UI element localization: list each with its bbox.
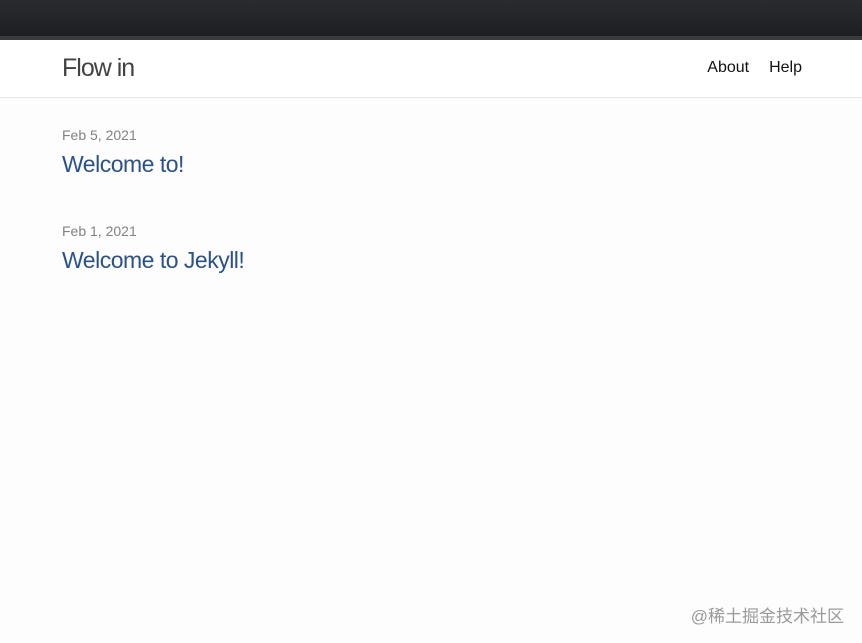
post-title-link[interactable]: Welcome to Jekyll!	[62, 246, 245, 274]
post-title-link[interactable]: Welcome to!	[62, 150, 244, 178]
post-date: Feb 5, 2021	[62, 127, 137, 143]
watermark-text: @稀土掘金技术社区	[690, 607, 844, 626]
site-header: Flow in About Help	[0, 40, 862, 98]
post-item: Feb 1, 2021 Welcome to Jekyll!	[62, 222, 245, 274]
nav-link-help[interactable]: Help	[769, 58, 802, 78]
site-title-link[interactable]: Flow in	[62, 53, 135, 83]
browser-toolbar	[0, 0, 862, 38]
nav-link-about[interactable]: About	[707, 58, 749, 78]
post-list: Feb 5, 2021 Welcome to! Feb 1, 2021 Welc…	[62, 126, 245, 318]
post-item: Feb 5, 2021 Welcome to!	[62, 126, 244, 178]
post-date: Feb 1, 2021	[62, 223, 137, 239]
site-nav: About Help	[707, 58, 802, 78]
